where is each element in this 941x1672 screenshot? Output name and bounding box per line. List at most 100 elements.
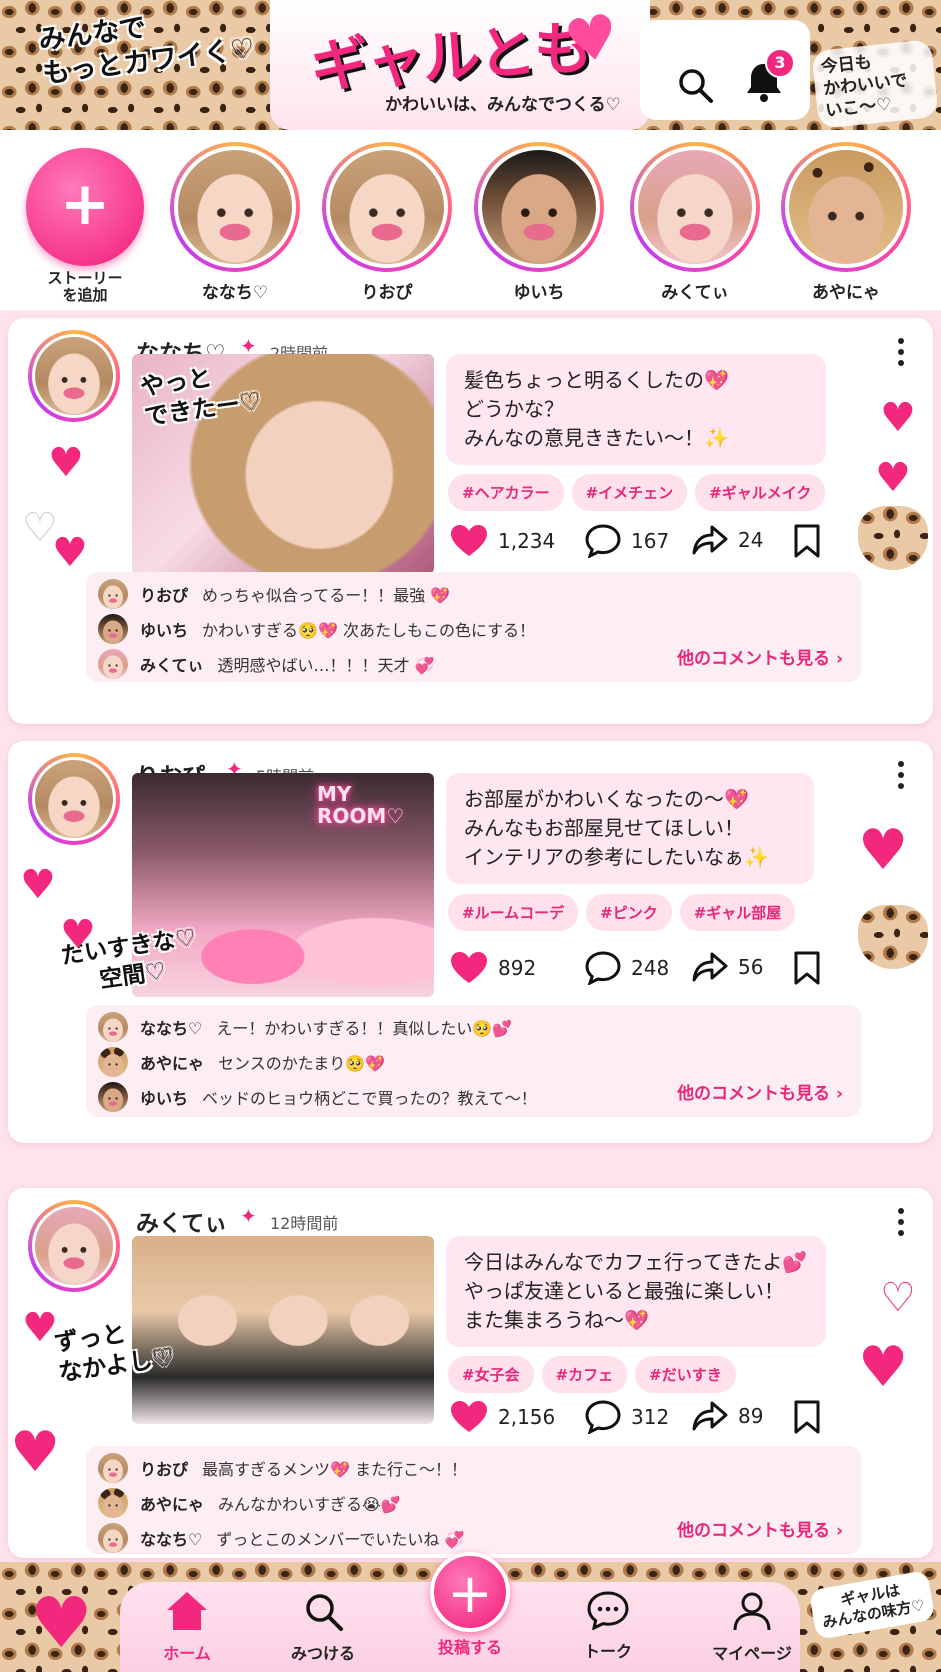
comment-avatar: [98, 648, 128, 679]
comment-author[interactable]: あやにゃ: [140, 1491, 204, 1515]
avatar: [326, 146, 448, 268]
post-text-line: やっぱ友達といると最強に楽しい！: [464, 1279, 784, 1303]
story-name: みくてぃ: [661, 283, 729, 303]
pink-heart-icon: ♥: [858, 818, 909, 883]
post-avatar[interactable]: [28, 753, 120, 845]
heart-icon: [451, 1401, 487, 1432]
user-icon: [733, 1592, 771, 1631]
add-story-label-line: を追加: [62, 286, 108, 305]
notification-badge: 3: [765, 48, 795, 78]
nav-discover[interactable]: みつける: [268, 1590, 378, 1664]
comment-button[interactable]: 312: [585, 1400, 669, 1434]
story-name: ゆいち: [513, 283, 565, 303]
neon-line: ROOM♡: [317, 804, 405, 828]
post-photo[interactable]: やっと できたー♡: [132, 354, 434, 574]
story-item[interactable]: ななち♡: [165, 142, 305, 303]
hashtag[interactable]: #女子会: [448, 1356, 534, 1393]
hashtag[interactable]: #ヘアカラー: [448, 474, 564, 511]
story-item[interactable]: みくてぃ: [625, 142, 765, 303]
neon-sign: MY ROOM♡: [317, 783, 404, 827]
comment-text: かわいすぎる🥺💖 次あたしもこの色にする！: [202, 620, 536, 640]
post-text-line: みんなの意見ききたい〜！✨: [464, 426, 729, 450]
post-avatar[interactable]: [28, 1200, 120, 1292]
share-button[interactable]: 56: [692, 951, 763, 983]
hashtag[interactable]: #ギャルメイク: [695, 474, 826, 511]
comment-author[interactable]: りおぴ: [140, 1456, 188, 1480]
share-button[interactable]: 24: [692, 524, 763, 556]
post-text-bubble: 今日はみんなでカフェ行ってきたよ💕 やっぱ友達といると最強に楽しい！ また集まろ…: [446, 1236, 826, 1347]
add-story-button[interactable]: +: [26, 148, 144, 266]
story-item[interactable]: ゆいち: [469, 142, 609, 303]
post-text-line: インテリアの参考にしたいなぁ✨: [464, 845, 769, 869]
comment-count: 248: [631, 956, 670, 980]
nav-home[interactable]: ホーム: [132, 1590, 242, 1664]
avatar: [785, 146, 907, 268]
hashtag[interactable]: #だいすき: [635, 1356, 736, 1393]
post-username[interactable]: みくてぃ: [136, 1204, 227, 1238]
create-post-button[interactable]: +: [430, 1552, 510, 1632]
more-options-icon[interactable]: [897, 338, 905, 368]
share-icon: [692, 525, 728, 555]
avatar: [32, 1204, 116, 1288]
story-ring[interactable]: [322, 142, 452, 272]
bookmark-button[interactable]: [793, 524, 831, 558]
post-photo[interactable]: [132, 1236, 434, 1424]
comment-row: あやにゃ センスのかたまり🥺💖: [98, 1044, 845, 1079]
story-ring[interactable]: [781, 142, 911, 272]
story-item[interactable]: りおぴ: [317, 142, 457, 303]
comment-author[interactable]: あやにゃ: [140, 1050, 204, 1074]
comment-author[interactable]: ゆいち: [140, 1085, 188, 1109]
like-button[interactable]: 2,156: [450, 1400, 555, 1434]
post-tags: #ヘアカラー #イメチェン #ギャルメイク: [448, 474, 833, 511]
photo-caption: やっと できたー♡: [138, 356, 263, 432]
comment-list: ななち♡ えー！かわいすぎる！！真似したい🥺💕 あやにゃ センスのかたまり🥺💖 …: [86, 1005, 861, 1117]
comment-author[interactable]: りおぴ: [140, 582, 188, 606]
comment-text: みんなかわいすぎる😭💕: [218, 1494, 401, 1514]
story-ring[interactable]: [170, 142, 300, 272]
story-ring[interactable]: [630, 142, 760, 272]
pink-heart-icon: ♥: [880, 395, 916, 441]
like-button[interactable]: 1,234: [450, 524, 555, 558]
post-avatar[interactable]: [28, 330, 120, 422]
comment-avatar: [98, 1046, 128, 1077]
bookmark-button[interactable]: [793, 951, 831, 985]
hashtag[interactable]: #イメチェン: [571, 474, 688, 511]
hashtag[interactable]: #ルームコーデ: [448, 894, 579, 931]
bottom-navigation: ♥ ホーム みつける + 投稿する トーク マイページ ギャルは みんなの味方♡: [0, 1552, 941, 1672]
comment-avatar: [98, 1011, 128, 1042]
bookmark-button[interactable]: [793, 1400, 831, 1434]
share-button[interactable]: 89: [692, 1400, 763, 1432]
more-options-icon[interactable]: [897, 761, 905, 791]
comment-list: りおぴ 最高すぎるメンツ💖 また行こ〜！！ あやにゃ みんなかわいすぎる😭💕 な…: [86, 1446, 861, 1554]
add-story[interactable]: + ストーリー を追加: [15, 142, 155, 305]
comment-avatar: [98, 1081, 128, 1112]
stories-bar: + ストーリー を追加 ななち♡ りおぴ ゆいち みくてぃ あやにゃ: [0, 130, 941, 310]
pink-heart-icon: ♥: [22, 1305, 58, 1351]
comment-avatar: [98, 613, 128, 644]
comment-author[interactable]: ゆいち: [140, 617, 188, 641]
comment-list: りおぴ めっちゃ似合ってるー！！最強 💖 ゆいち かわいすぎる🥺💖 次あたしもこ…: [86, 572, 861, 682]
hashtag[interactable]: #ピンク: [586, 894, 672, 931]
comment-icon: [585, 1400, 621, 1434]
nav-mypage[interactable]: マイページ: [697, 1590, 807, 1664]
bookmark-icon: [794, 1400, 820, 1434]
see-more-comments-link[interactable]: 他のコメントも見る ›: [677, 644, 843, 669]
story-name: りおぴ: [361, 283, 413, 303]
like-button[interactable]: 892: [450, 951, 536, 985]
comment-author[interactable]: ななち♡: [140, 1015, 202, 1039]
search-icon[interactable]: [675, 65, 715, 105]
comment-author[interactable]: ななち♡: [140, 1526, 202, 1550]
comment-button[interactable]: 248: [585, 951, 669, 985]
hashtag[interactable]: #カフェ: [541, 1356, 628, 1393]
create-post-label: 投稿する: [437, 1638, 502, 1657]
comment-author[interactable]: みくてぃ: [140, 652, 204, 676]
see-more-comments-link[interactable]: 他のコメントも見る ›: [677, 1516, 843, 1541]
see-more-comments-link[interactable]: 他のコメントも見る ›: [677, 1079, 843, 1104]
story-item[interactable]: あやにゃ: [776, 142, 916, 303]
hashtag[interactable]: #ギャル部屋: [679, 894, 796, 931]
story-ring[interactable]: [474, 142, 604, 272]
more-options-icon[interactable]: [897, 1208, 905, 1238]
comment-button[interactable]: 167: [585, 524, 669, 558]
nav-talk[interactable]: トーク: [553, 1590, 663, 1662]
avatar: [32, 757, 116, 841]
